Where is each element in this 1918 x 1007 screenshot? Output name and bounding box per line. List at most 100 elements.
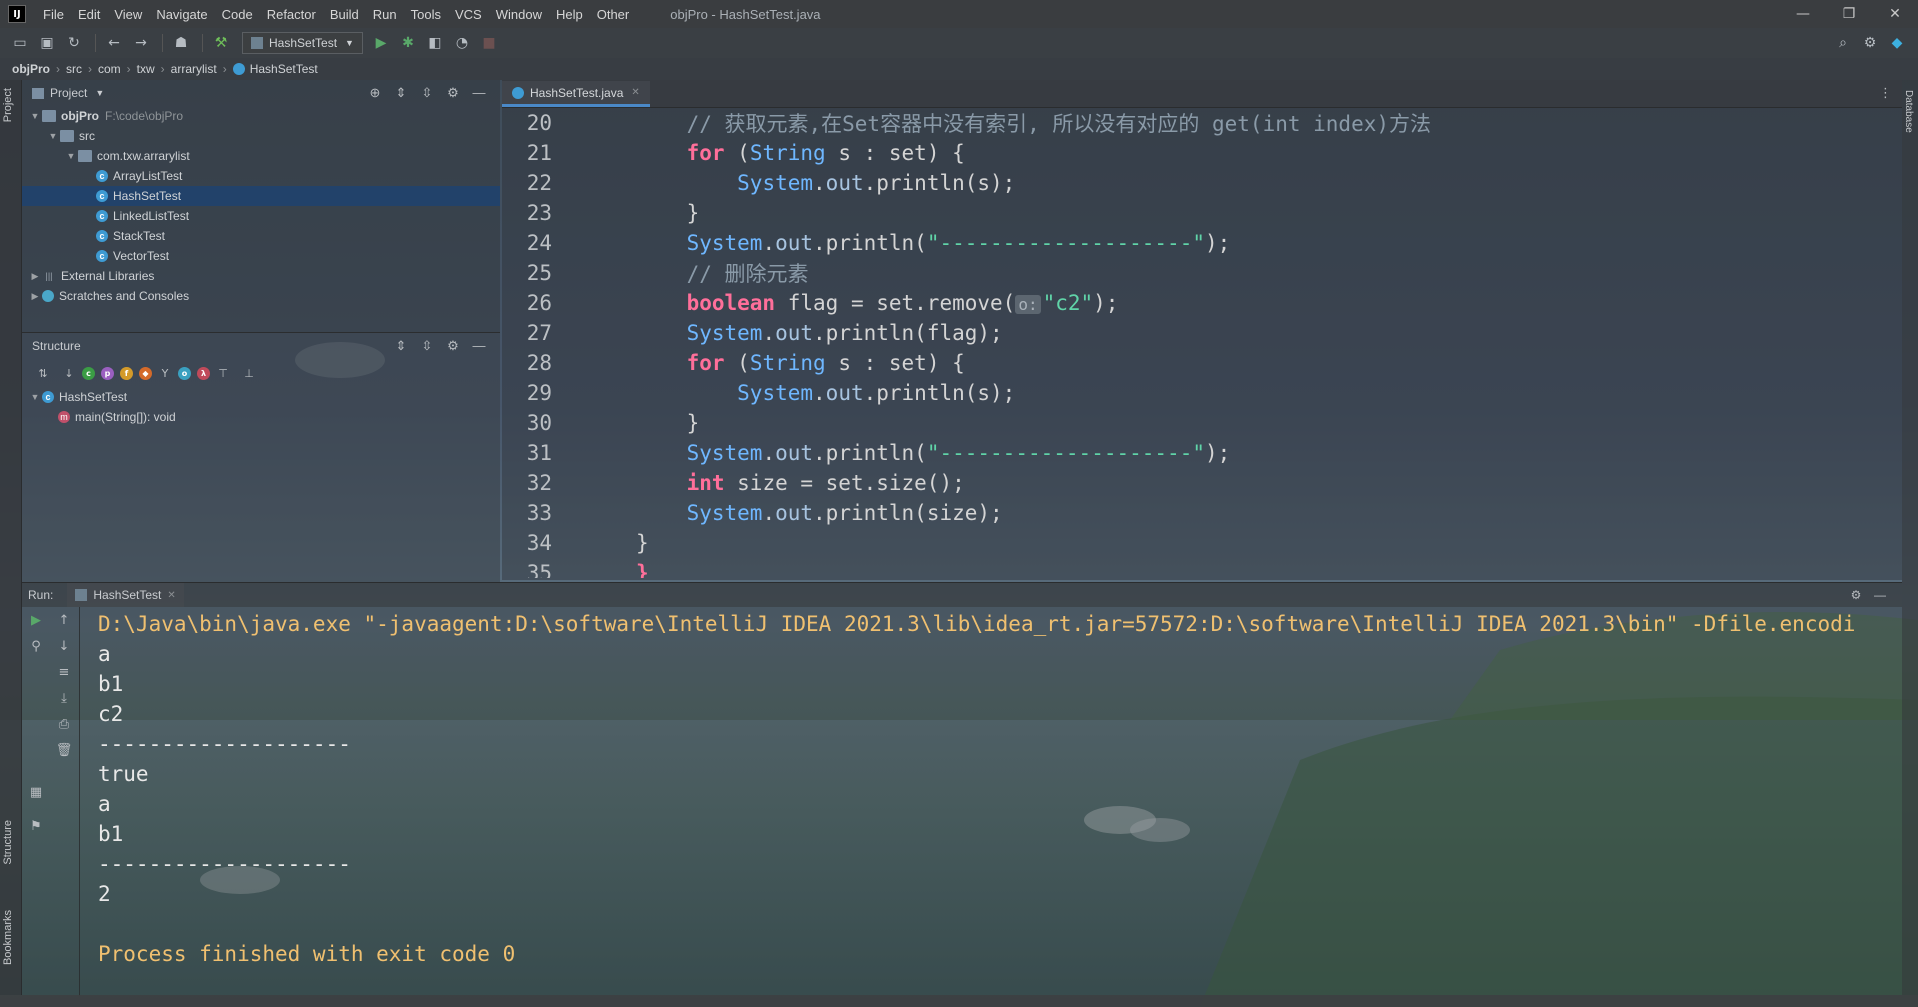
scroll-to-end-icon[interactable]: ⤓ bbox=[52, 691, 76, 706]
code-line[interactable]: 23 } bbox=[502, 198, 1902, 228]
build-hammer-icon[interactable]: ⚒ bbox=[209, 32, 233, 54]
menu-code[interactable]: Code bbox=[215, 7, 260, 22]
project-tree-item[interactable]: ▶ ||| External Libraries bbox=[22, 266, 500, 286]
collapse-all-icon[interactable]: ⇳ bbox=[414, 85, 440, 101]
code-line[interactable]: 27 System.out.println(flag); bbox=[502, 318, 1902, 348]
gear-icon[interactable]: ⚙ bbox=[1844, 588, 1868, 602]
structure-item-class[interactable]: ▼ c HashSetTest bbox=[22, 387, 500, 407]
menu-tools[interactable]: Tools bbox=[404, 7, 448, 22]
code-line[interactable]: 30 } bbox=[502, 408, 1902, 438]
menu-refactor[interactable]: Refactor bbox=[260, 7, 323, 22]
code-line[interactable]: 26 boolean flag = set.remove(o: "c2"); bbox=[502, 288, 1902, 318]
project-tree-item[interactable]: ▶ Scratches and Consoles bbox=[22, 286, 500, 306]
project-panel-title[interactable]: Project bbox=[50, 86, 87, 100]
code-line[interactable]: 24 System.out.println("-----------------… bbox=[502, 228, 1902, 258]
close-tab-icon[interactable]: ✕ bbox=[631, 87, 639, 98]
print-icon[interactable]: ⎙ bbox=[52, 717, 76, 732]
close-tab-icon[interactable]: ✕ bbox=[167, 590, 175, 601]
down-arrow-icon[interactable]: ↓ bbox=[52, 639, 76, 654]
project-tree-item[interactable]: c VectorTest bbox=[22, 246, 500, 266]
restore-button[interactable]: ❐ bbox=[1826, 6, 1872, 22]
chevron-down-icon[interactable]: ▼ bbox=[95, 88, 104, 98]
hide-panel-icon[interactable]: — bbox=[466, 338, 492, 354]
project-tree-item[interactable]: ▼ com.txw.arrarylist bbox=[22, 146, 500, 166]
show-properties-icon[interactable]: p bbox=[101, 366, 114, 380]
project-tree-item[interactable]: c StackTest bbox=[22, 226, 500, 246]
code-line[interactable]: 33 System.out.println(size); bbox=[502, 498, 1902, 528]
chevron-right-icon[interactable]: ▶ bbox=[28, 271, 42, 282]
chevron-down-icon[interactable]: ▼ bbox=[64, 151, 78, 161]
breadcrumb-item[interactable]: com bbox=[98, 62, 127, 76]
chevron-down-icon[interactable]: ▼ bbox=[28, 111, 42, 121]
menu-help[interactable]: Help bbox=[549, 7, 590, 22]
project-tree-item[interactable]: c ArrayListTest bbox=[22, 166, 500, 186]
plugin-icon[interactable]: ◆ bbox=[1885, 32, 1909, 54]
gear-icon[interactable]: ⚙ bbox=[440, 338, 466, 354]
breadcrumb-item[interactable]: txw bbox=[137, 62, 161, 76]
run-tab-hashsettest[interactable]: HashSetTest ✕ bbox=[67, 583, 184, 607]
tab-bookmarks[interactable]: Bookmarks bbox=[2, 910, 14, 965]
project-tree-item[interactable]: c LinkedListTest bbox=[22, 206, 500, 226]
code-line[interactable]: 34} bbox=[502, 528, 1902, 558]
pin-icon[interactable]: ⚑ bbox=[24, 819, 48, 834]
menu-view[interactable]: View bbox=[107, 7, 149, 22]
sort-alpha-icon[interactable]: ↓ bbox=[56, 363, 82, 383]
autoscroll-to-source-icon[interactable]: ⊤ bbox=[210, 363, 236, 383]
structure-item-method[interactable]: m main(String[]): void bbox=[22, 407, 500, 427]
menu-edit[interactable]: Edit bbox=[71, 7, 107, 22]
show-lambdas-icon[interactable]: o bbox=[178, 366, 191, 380]
show-fields-icon[interactable]: f bbox=[120, 366, 133, 380]
gear-icon[interactable]: ⚙ bbox=[440, 85, 466, 101]
code-line[interactable]: 25 // 删除元素 bbox=[502, 258, 1902, 288]
autoscroll-from-source-icon[interactable]: ⊥ bbox=[236, 363, 262, 383]
chevron-down-icon[interactable]: ▼ bbox=[46, 131, 60, 141]
filter-icon[interactable]: Y bbox=[152, 363, 178, 383]
coverage-icon[interactable]: ◧ bbox=[423, 32, 447, 54]
gear-icon[interactable]: ⚙ bbox=[1858, 32, 1882, 54]
expand-all-icon[interactable]: ⇕ bbox=[388, 338, 414, 354]
breadcrumb-item[interactable]: objPro bbox=[12, 62, 56, 76]
console-output[interactable]: D:\Java\bin\java.exe "-javaagent:D:\soft… bbox=[98, 609, 1898, 969]
soft-wrap-icon[interactable]: ≡ bbox=[52, 665, 76, 680]
code-line[interactable]: 35} bbox=[502, 558, 1902, 578]
save-icon[interactable]: ▣ bbox=[35, 32, 59, 54]
back-arrow-icon[interactable]: ← bbox=[102, 32, 126, 54]
menu-build[interactable]: Build bbox=[323, 7, 366, 22]
menu-file[interactable]: File bbox=[36, 7, 71, 22]
code-line[interactable]: 20 // 获取元素,在Set容器中没有索引, 所以没有对应的 get(int … bbox=[502, 108, 1902, 138]
minimize-button[interactable]: — bbox=[1780, 6, 1826, 22]
show-non-public-icon[interactable]: ◆ bbox=[139, 366, 152, 380]
menu-vcs[interactable]: VCS bbox=[448, 7, 489, 22]
close-window-button[interactable]: ✕ bbox=[1872, 6, 1918, 22]
forward-arrow-icon[interactable]: → bbox=[129, 32, 153, 54]
code-line[interactable]: 21 for (String s : set) { bbox=[502, 138, 1902, 168]
breadcrumb-item[interactable]: arrarylist bbox=[171, 62, 223, 76]
sync-icon[interactable]: ↻ bbox=[62, 32, 86, 54]
layout-icon[interactable]: ▦ bbox=[24, 785, 48, 800]
breadcrumb-item[interactable]: HashSetTest bbox=[250, 62, 324, 76]
hide-panel-icon[interactable]: — bbox=[466, 85, 492, 101]
code-line[interactable]: 31 System.out.println("-----------------… bbox=[502, 438, 1902, 468]
sort-visibility-icon[interactable]: ⇅ bbox=[30, 363, 56, 383]
rerun-icon[interactable]: ▶ bbox=[24, 613, 48, 628]
user-icon[interactable]: ☗ bbox=[169, 32, 193, 54]
code-line[interactable]: 22 System.out.println(s); bbox=[502, 168, 1902, 198]
locate-icon[interactable]: ⊕ bbox=[362, 85, 388, 101]
wrench-icon[interactable]: ⚲ bbox=[24, 639, 48, 654]
hide-panel-icon[interactable]: — bbox=[1868, 588, 1892, 602]
up-arrow-icon[interactable]: ↑ bbox=[52, 613, 76, 628]
project-tree-item[interactable]: c HashSetTest bbox=[22, 186, 500, 206]
tab-hashsettest-java[interactable]: HashSetTest.java ✕ bbox=[502, 81, 650, 107]
tab-structure[interactable]: Structure bbox=[2, 820, 14, 865]
menu-window[interactable]: Window bbox=[489, 7, 549, 22]
tab-database[interactable]: Database bbox=[1903, 90, 1914, 133]
run-configuration-select[interactable]: HashSetTest ▼ bbox=[242, 32, 363, 54]
menu-navigate[interactable]: Navigate bbox=[149, 7, 214, 22]
code-area[interactable]: 20 // 获取元素,在Set容器中没有索引, 所以没有对应的 get(int … bbox=[502, 108, 1902, 578]
code-line[interactable]: 32 int size = set.size(); bbox=[502, 468, 1902, 498]
open-folder-icon[interactable]: ▭ bbox=[8, 32, 32, 54]
code-line[interactable]: 28 for (String s : set) { bbox=[502, 348, 1902, 378]
show-inherited-icon[interactable]: c bbox=[82, 366, 95, 380]
show-anonymous-icon[interactable]: λ bbox=[197, 366, 210, 380]
project-tree-item[interactable]: ▼ src bbox=[22, 126, 500, 146]
